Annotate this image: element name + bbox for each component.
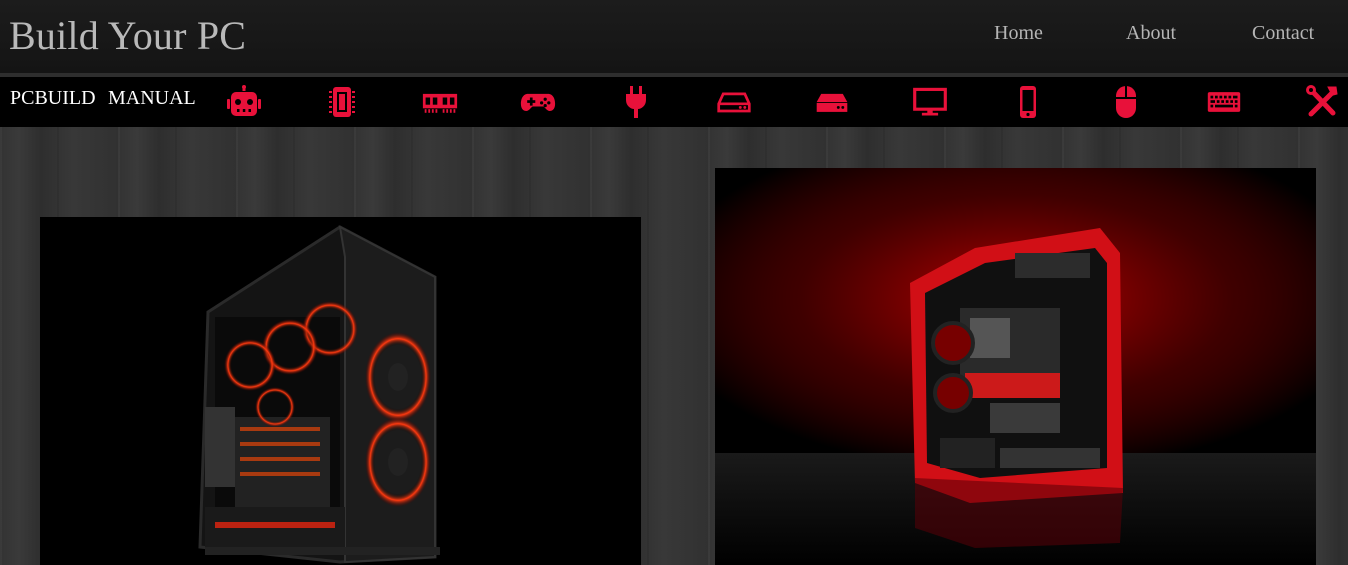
red-pc-case-image — [715, 168, 1316, 565]
manual-label[interactable]: MANUAL — [108, 87, 196, 110]
robot-icon[interactable] — [224, 84, 264, 120]
mouse-icon[interactable] — [1106, 84, 1146, 120]
nav-home-link[interactable]: Home — [994, 22, 1043, 45]
keyboard-icon[interactable] — [1204, 84, 1244, 120]
power-plug-icon[interactable] — [616, 84, 656, 120]
nav-about-link[interactable]: About — [1126, 22, 1176, 45]
phone-icon[interactable] — [1008, 84, 1048, 120]
pcbuild-label[interactable]: PCBUILD — [10, 87, 96, 110]
main-nav: Home About Contact — [0, 22, 1348, 52]
black-pc-case-image — [40, 217, 641, 565]
monitor-icon[interactable] — [910, 84, 950, 120]
site-header: Build Your PC Home About Contact — [0, 0, 1348, 73]
ram-memory-icon[interactable] — [420, 84, 460, 120]
ssd-drive-icon[interactable] — [812, 84, 852, 120]
nav-contact-link[interactable]: Contact — [1252, 22, 1314, 45]
cpu-chip-icon[interactable] — [322, 84, 362, 120]
component-toolbar: PCBUILD MANUAL — [0, 77, 1348, 127]
hard-drive-icon[interactable] — [714, 84, 754, 120]
tools-icon[interactable] — [1302, 84, 1342, 120]
gamepad-icon[interactable] — [518, 84, 558, 120]
